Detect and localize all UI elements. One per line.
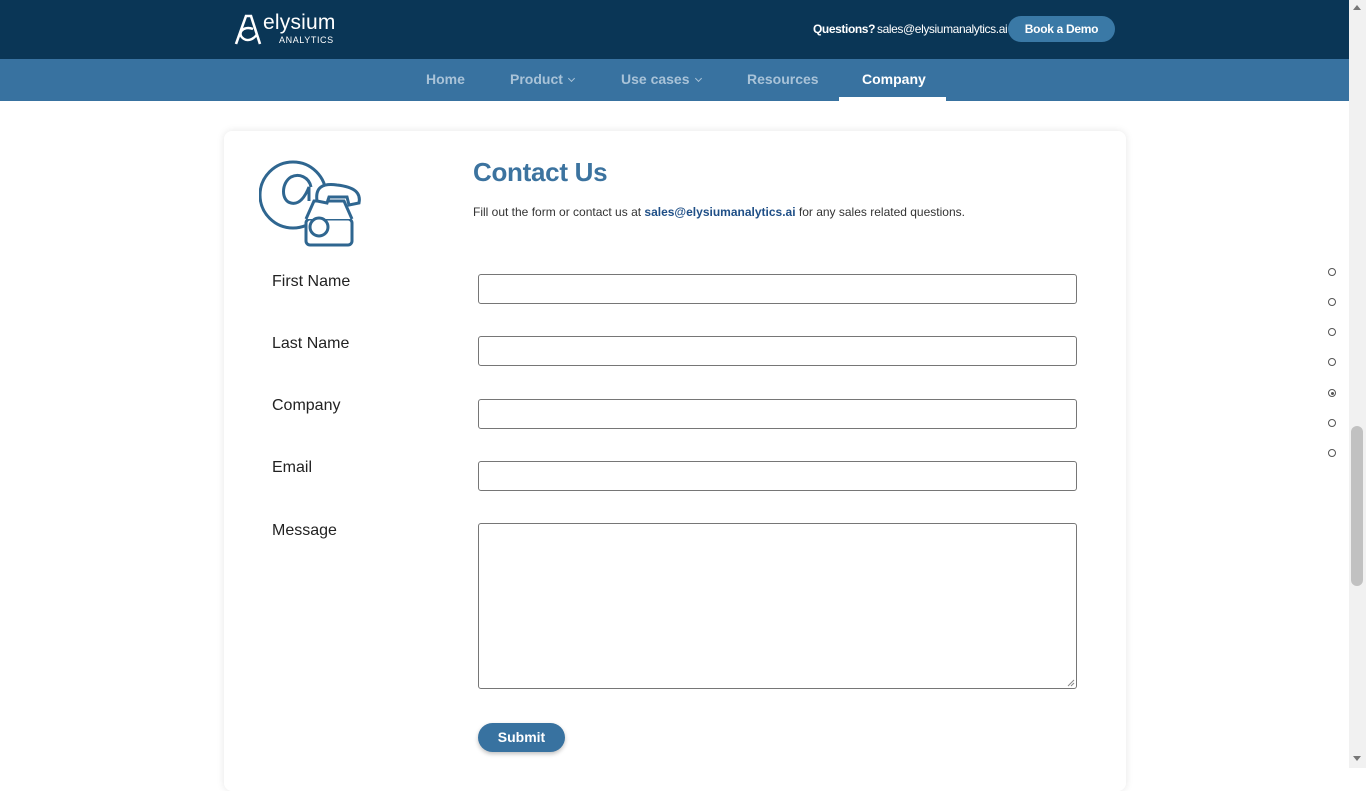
nav-item-use-cases[interactable]: Use cases <box>621 59 702 101</box>
scrollbar-thumb[interactable] <box>1351 426 1363 586</box>
message-textarea[interactable] <box>478 523 1077 689</box>
intro-text-before: Fill out the form or contact us at <box>473 205 645 219</box>
last-name-label: Last Name <box>272 335 350 352</box>
main-nav: Home Product Use cases Resources Company <box>0 59 1349 101</box>
logo-subtitle: ANALYTICS <box>279 35 334 45</box>
first-name-label: First Name <box>272 273 351 290</box>
elysium-logo[interactable]: elysium ANALYTICS <box>233 11 343 47</box>
email-input[interactable] <box>478 461 1077 491</box>
nav-item-product[interactable]: Product <box>510 59 575 101</box>
section-dot-7[interactable] <box>1328 449 1336 457</box>
page-scrollbar[interactable] <box>1349 0 1366 768</box>
section-dot-5-active[interactable] <box>1328 389 1336 397</box>
section-dot-2[interactable] <box>1328 298 1336 306</box>
nav-label: Home <box>426 71 465 87</box>
nav-label: Company <box>862 71 926 87</box>
active-tab-indicator <box>839 97 946 101</box>
chevron-down-icon <box>694 74 702 83</box>
logo-mark-icon <box>234 14 262 45</box>
first-name-input[interactable] <box>478 274 1077 304</box>
intro-text-after: for any sales related questions. <box>795 205 965 219</box>
logo-wordmark: elysium <box>263 11 336 34</box>
submit-button[interactable]: Submit <box>478 723 565 752</box>
last-name-input[interactable] <box>478 336 1077 366</box>
nav-item-company[interactable]: Company <box>862 59 926 101</box>
at-sign-telephone-icon <box>259 160 361 247</box>
page-title: Contact Us <box>473 157 608 187</box>
nav-label: Resources <box>747 71 819 87</box>
chevron-down-icon <box>567 74 575 83</box>
nav-item-home[interactable]: Home <box>426 59 465 101</box>
company-input[interactable] <box>478 399 1077 429</box>
header-email-link[interactable]: sales@elysiumanalytics.ai <box>877 22 1008 36</box>
section-dot-3[interactable] <box>1328 328 1336 336</box>
nav-item-resources[interactable]: Resources <box>747 59 819 101</box>
section-dot-4[interactable] <box>1328 358 1336 366</box>
section-dot-6[interactable] <box>1328 419 1336 427</box>
resize-handle-icon[interactable] <box>1067 679 1075 687</box>
scroll-up-arrow-icon[interactable] <box>1353 5 1361 10</box>
scroll-down-arrow-icon[interactable] <box>1353 756 1361 761</box>
top-header: elysium ANALYTICS Questions? sales@elysi… <box>0 0 1349 59</box>
questions-label: Questions? <box>813 22 876 36</box>
contact-intro: Fill out the form or contact us at sales… <box>473 205 965 219</box>
section-dot-1[interactable] <box>1328 268 1336 276</box>
nav-label: Product <box>510 71 563 87</box>
email-label: Email <box>272 459 313 476</box>
company-label: Company <box>272 397 341 414</box>
nav-label: Use cases <box>621 71 690 87</box>
intro-email-link[interactable]: sales@elysiumanalytics.ai <box>644 205 795 219</box>
message-label: Message <box>272 522 337 539</box>
book-demo-button[interactable]: Book a Demo <box>1008 16 1115 42</box>
